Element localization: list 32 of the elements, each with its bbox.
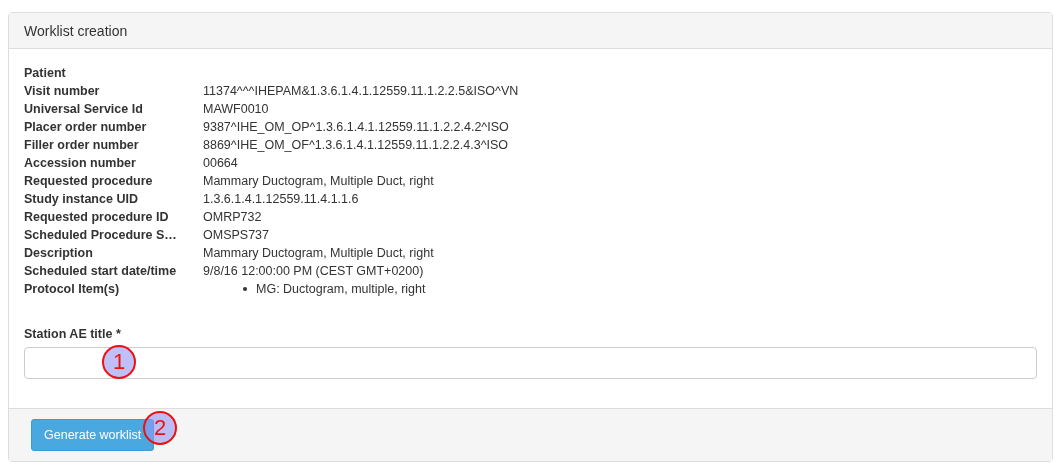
field-label: Requested procedure (24, 173, 154, 190)
field-label: Scheduled start date/time (24, 263, 178, 280)
callout-badge: 2 (143, 411, 177, 445)
field-value: OMRP732 (203, 209, 263, 226)
field-value: MG: Ductogram, multiple, right (256, 281, 426, 298)
bullet-icon (243, 287, 247, 291)
field-label: Visit number (24, 83, 101, 100)
field-value: 9/8/16 12:00:00 PM (CEST GMT+0200) (203, 263, 425, 280)
field-value: 9387^IHE_OM_OP^1.3.6.1.4.1.12559.11.1.2.2.4.2^ISO (203, 119, 510, 136)
station-ae-title-input[interactable] (24, 347, 1037, 379)
callout-badge: 1 (102, 345, 136, 379)
field-label: Requested procedure ID (24, 209, 170, 226)
field-label: Protocol Item(s) (24, 281, 121, 298)
field-label: Placer order number (24, 119, 148, 136)
field-label: Patient (24, 65, 67, 82)
panel-title: Worklist creation (24, 22, 128, 39)
field-value: 1.3.6.1.4.1.12559.11.4.1.1.6 (203, 191, 360, 208)
field-label: Accession number (24, 155, 137, 172)
field-label: Study instance UID (24, 191, 139, 208)
field-label: Scheduled Procedure S… (24, 227, 178, 244)
generate-worklist-button[interactable]: Generate worklist (31, 419, 155, 451)
field-value: Mammary Ductogram, Multiple Duct, right (203, 173, 435, 190)
field-value: OMSPS737 (203, 227, 270, 244)
field-value: 8869^IHE_OM_OF^1.3.6.1.4.1.12559.11.1.2.2.4.3^ISO (203, 137, 510, 154)
field-label: Universal Service Id (24, 101, 144, 118)
field-value: Mammary Ductogram, Multiple Duct, right (203, 245, 435, 262)
field-value: MAWF0010 (203, 101, 270, 118)
field-label: Description (24, 245, 94, 262)
field-label: Filler order number (24, 137, 140, 154)
field-value: 11374^^^IHEPAM&1.3.6.1.4.1.12559.11.1.2.2.5&ISO^VN (203, 83, 520, 100)
field-value: 00664 (203, 155, 239, 172)
field-label: Station AE title * (24, 327, 122, 341)
